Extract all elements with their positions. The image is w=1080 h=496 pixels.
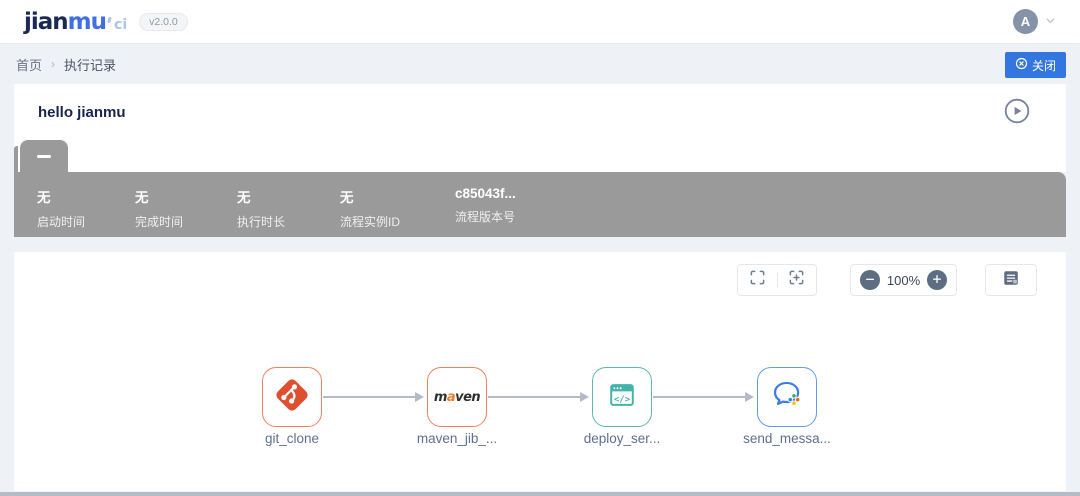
node-maven-jib[interactable]: maven — [427, 367, 487, 427]
logo-text-ci: ci — [114, 16, 128, 33]
fit-controls — [737, 264, 817, 296]
breadcrumb-home[interactable]: 首页 — [16, 55, 42, 74]
info-value: 无 — [37, 190, 51, 205]
node-label-send-message: send_messa... — [743, 431, 831, 446]
pipeline-card-header: hello jianmu — [14, 84, 1066, 140]
zoom-level: 100% — [886, 272, 921, 288]
maven-logo: maven — [433, 389, 481, 405]
workflow-file-button[interactable] — [985, 264, 1037, 296]
info-value: 无 — [237, 190, 251, 205]
breadcrumb-current: 执行记录 — [64, 57, 117, 73]
workflow-file-icon — [1002, 269, 1020, 292]
version-badge: v2.0.0 — [139, 12, 188, 31]
info-label: 流程实例ID — [340, 215, 401, 229]
node-label-maven-jib: maven_jib_... — [416, 431, 498, 446]
info-value: 无 — [340, 190, 354, 205]
info-field-start-time: 无 启动时间 — [37, 186, 85, 230]
node-label-git-clone: git_clone — [264, 431, 320, 446]
logo-trademark-tick — [107, 16, 112, 23]
instance-info-bar: 无 启动时间 无 完成时间 无 执行时长 无 流程实例ID c85043f...… — [14, 172, 1066, 237]
chevron-down-icon — [1045, 13, 1056, 31]
fit-view-icon — [788, 269, 805, 291]
node-send-message[interactable] — [757, 367, 817, 427]
git-icon — [272, 375, 312, 420]
maven-logo-ven: ven — [455, 389, 481, 405]
breadcrumb-separator: › — [51, 57, 56, 71]
page: jian mu ci v2.0.0 A 首页 › 执行记录 关闭 hello ji… — [0, 0, 1080, 496]
instance-tab-row — [14, 140, 1066, 172]
app-header: jian mu ci v2.0.0 A — [0, 0, 1080, 44]
maven-logo-m: m — [433, 389, 448, 405]
info-label: 完成时间 — [135, 215, 184, 229]
zoom-in-button[interactable]: + — [927, 270, 947, 290]
info-value: c85043f... — [455, 186, 516, 201]
hidden-tab-stub — [14, 146, 18, 172]
node-deploy-server[interactable]: </> — [592, 367, 652, 427]
close-button-label: 关闭 — [1031, 58, 1056, 73]
user-menu[interactable]: A — [1013, 9, 1056, 34]
edge-arrow — [488, 392, 589, 402]
instance-tab[interactable] — [20, 140, 68, 172]
breadcrumb: 首页 › 执行记录 — [0, 44, 1080, 84]
maven-logo-a: a — [446, 389, 456, 405]
play-circle-icon — [1004, 98, 1030, 127]
avatar[interactable]: A — [1013, 9, 1038, 34]
zoom-out-button[interactable]: − — [860, 270, 880, 290]
info-field-duration: 无 执行时长 — [237, 186, 285, 230]
node-git-clone[interactable] — [262, 367, 322, 427]
minus-icon — [37, 154, 51, 158]
fit-view-button[interactable] — [777, 265, 816, 295]
pipeline-title: hello jianmu — [38, 103, 126, 121]
wecom-chat-icon — [769, 376, 806, 418]
svg-text:</>: </> — [614, 394, 631, 404]
node-label-deploy-server: deploy_ser... — [583, 431, 661, 446]
fullscreen-button[interactable] — [738, 265, 777, 295]
info-value: 无 — [135, 190, 149, 205]
info-label: 执行时长 — [237, 215, 286, 229]
bottom-scroll-strip — [0, 492, 1080, 496]
info-field-version: c85043f... 流程版本号 — [455, 186, 516, 225]
edge-arrow — [323, 392, 424, 402]
zoom-controls: − 100% + — [850, 264, 957, 296]
info-field-finish-time: 无 完成时间 — [135, 186, 183, 230]
run-pipeline-button[interactable] — [1004, 98, 1030, 127]
edge-arrow — [653, 392, 754, 402]
info-label: 流程版本号 — [455, 210, 516, 224]
code-window-icon: </> — [604, 377, 640, 418]
close-button[interactable]: 关闭 — [1004, 52, 1066, 78]
info-label: 启动时间 — [37, 215, 86, 229]
close-circle-icon — [1015, 57, 1028, 73]
fullscreen-expand-icon — [749, 269, 766, 291]
jianmu-logo[interactable]: jian mu ci — [24, 9, 127, 35]
logo-text-mu: mu — [67, 8, 107, 35]
logo-text-jian: jian — [24, 8, 69, 35]
info-field-instance-id: 无 流程实例ID — [340, 186, 400, 230]
